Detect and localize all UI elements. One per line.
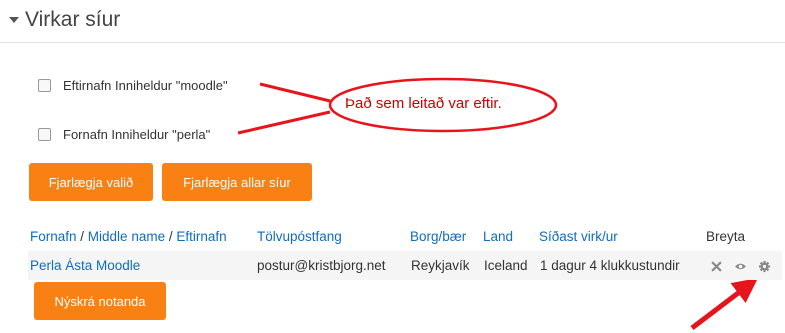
header-separator: / [165, 229, 177, 244]
gear-icon[interactable] [757, 259, 771, 273]
filter-checkbox[interactable] [38, 79, 51, 92]
filter-item-lastname: Eftirnafn Inniheldur "moodle" [38, 78, 228, 93]
sort-country-link[interactable]: Land [483, 229, 513, 244]
sort-email-link[interactable]: Tölvupóstfang [257, 229, 342, 244]
user-name-link[interactable]: Perla Ásta Moodle [30, 258, 140, 273]
user-last-access: 1 dagur 4 klukkustundir [540, 258, 680, 273]
user-email: postur@kristbjorg.net [257, 258, 386, 273]
user-country: Iceland [484, 258, 528, 273]
sort-city-link[interactable]: Borg/bær [410, 229, 466, 244]
eye-icon[interactable] [733, 259, 747, 273]
filter-item-firstname: Fornafn Inniheldur "perla" [38, 127, 210, 142]
annotation-arrow [237, 110, 331, 135]
filter-section-header: Virkar síur [0, 0, 785, 43]
column-header-name: Fornafn / Middle name / Eftirnafn [30, 229, 227, 244]
filter-label: Fornafn Inniheldur "perla" [63, 127, 211, 142]
remove-selected-button[interactable]: Fjarlægja valið [29, 163, 153, 201]
annotation-callout-text: Það sem leitað var eftir. [345, 95, 502, 112]
section-title[interactable]: Virkar síur [25, 8, 120, 32]
header-separator: / [76, 229, 88, 244]
annotation-arrow [690, 277, 758, 330]
sort-firstname-link[interactable]: Fornafn [30, 229, 77, 244]
sort-lastname-link[interactable]: Eftirnafn [176, 229, 226, 244]
remove-all-filters-button[interactable]: Fjarlægja allar síur [162, 163, 312, 201]
delete-icon[interactable] [709, 259, 723, 273]
add-user-button[interactable]: Nýskrá notanda [34, 282, 166, 320]
column-header-edit: Breyta [706, 229, 746, 244]
annotation-arrow [259, 82, 331, 103]
user-city: Reykjavík [411, 258, 470, 273]
filter-checkbox[interactable] [38, 128, 51, 141]
sort-middlename-link[interactable]: Middle name [88, 229, 165, 244]
collapse-caret-icon[interactable] [9, 17, 19, 23]
filter-label: Eftirnafn Inniheldur "moodle" [63, 78, 228, 93]
sort-lastaccess-link[interactable]: Síðast virk/ur [539, 229, 618, 244]
